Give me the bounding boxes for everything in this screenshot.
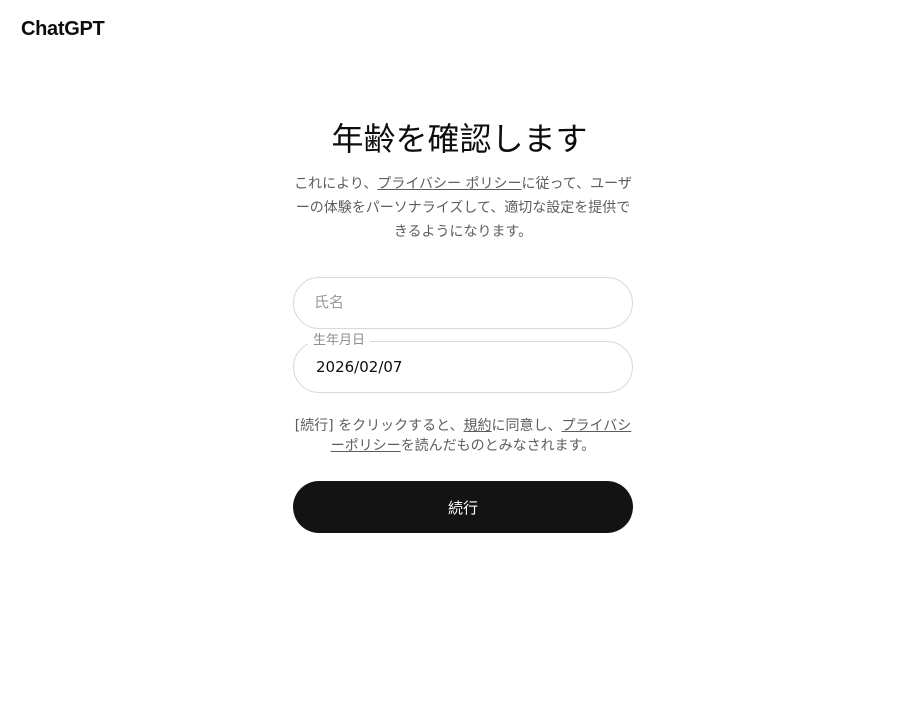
description-text-before: これにより、 <box>294 176 378 192</box>
name-input[interactable] <box>314 278 614 326</box>
terms-text-2: に同意し、 <box>491 418 562 434</box>
page-description: これにより、プライバシー ポリシーに従って、ユーザーの体験をパーソナライズして、… <box>293 172 633 244</box>
birthdate-label: 生年月日 <box>308 333 371 349</box>
chatgpt-logo[interactable]: ChatGPT <box>21 16 105 42</box>
continue-button[interactable]: 続行 <box>293 481 633 533</box>
terms-link[interactable]: 規約 <box>464 418 492 434</box>
page-title: 年齢を確認します <box>331 120 588 158</box>
terms-text-3: を読んだものとみなされます。 <box>400 438 596 454</box>
birthdate-field-container[interactable]: 生年月日 2026/02/07 <box>293 333 633 393</box>
privacy-policy-link[interactable]: プライバシー ポリシー <box>377 176 521 192</box>
birthdate-input[interactable]: 2026/02/07 <box>316 357 402 377</box>
terms-notice: [続行] をクリックすると、規約に同意し、プライバシーポリシーを読んだものとみな… <box>293 416 633 456</box>
name-field-container <box>293 277 633 329</box>
age-verification-page: ChatGPT 年齢を確認します これにより、プライバシー ポリシーに従って、ユ… <box>0 0 919 713</box>
terms-text-1: [続行] をクリックすると、 <box>294 418 464 434</box>
